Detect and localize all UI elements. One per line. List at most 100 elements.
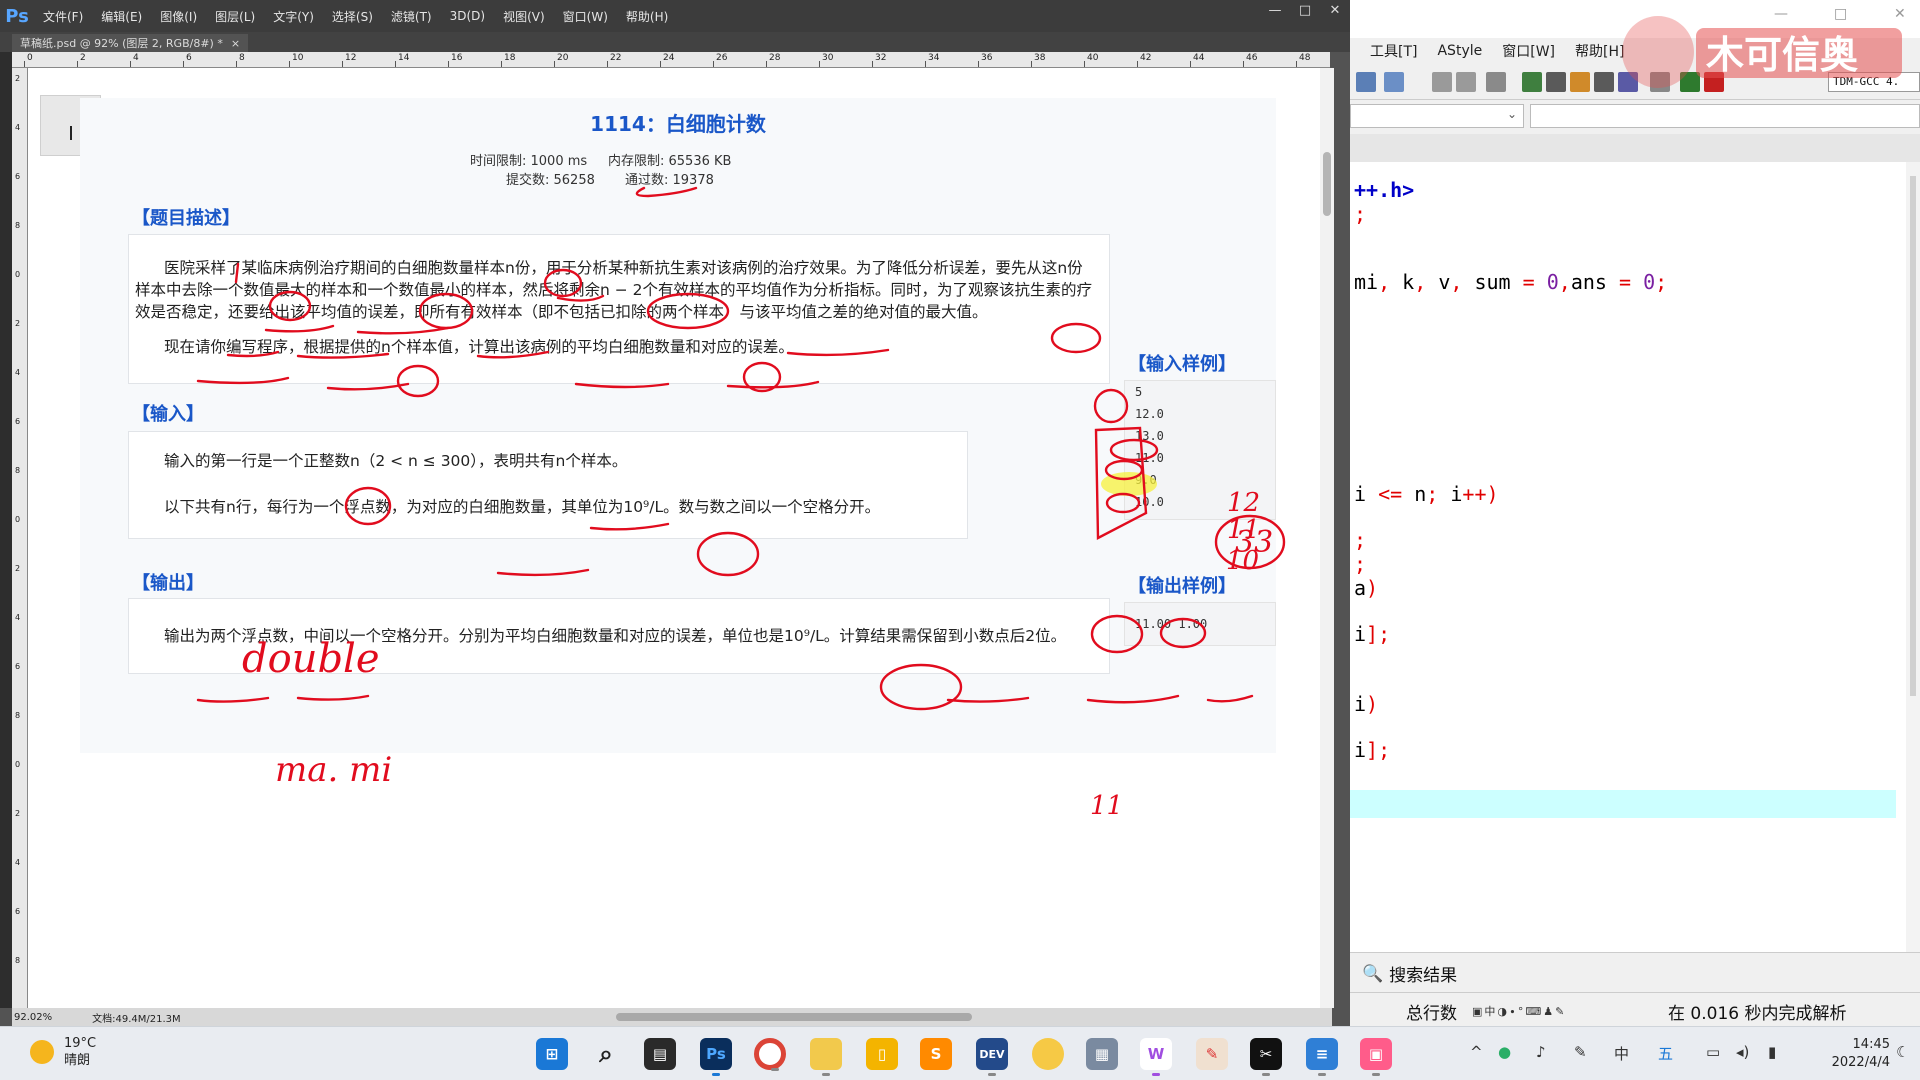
sample-output-box: 11.00 1.00 [1124,602,1276,646]
search-results-tab[interactable]: 🔍 搜索结果 [1362,961,1457,987]
weather-widget[interactable]: 19°C 晴朗 [30,1035,96,1069]
notepad-icon[interactable]: ≡ [1306,1038,1338,1076]
minimize-button[interactable]: — [1260,0,1290,20]
menu-edit[interactable]: 编辑(E) [92,8,151,25]
problem-page: 1114：白细胞计数 时间限制: 1000 ms 内存限制: 65536 KB … [80,98,1276,753]
ruler-label: 0 [15,760,21,769]
menu-view[interactable]: 视图(V) [494,8,554,25]
menu-help[interactable]: 帮助(H) [617,8,677,25]
code-editor[interactable]: ++.h> ; mi, k, v, sum = 0,ans = 0; i <= … [1350,162,1906,952]
input-heading: 【输入】 [132,404,204,425]
ruler-tick [660,61,661,67]
back-icon[interactable] [1432,72,1452,92]
code-line: ; [1354,528,1367,552]
handwriting-ma-mi: ma. mi [275,750,392,790]
class-combo[interactable]: ⌄ [1350,104,1524,128]
sublime-icon[interactable]: S [920,1038,952,1070]
weather-condition: 晴朗 [64,1053,91,1068]
sample-input-box: 5 12.0 13.0 11.0 9.0 10.0 [1124,380,1276,520]
code-line: i) [1354,692,1379,716]
volume-icon[interactable]: ◂) [1736,1043,1749,1061]
battery-icon[interactable]: ▮ [1768,1043,1776,1061]
devcpp-window: — □ ✕ 工具[T] AStyle 窗口[W] 帮助[H] TDM-GCC 4… [1350,0,1920,1026]
accepted-count: 通过数: 19378 [625,173,714,188]
screen-recorder-icon[interactable]: ▣ [1360,1038,1392,1076]
zoom-level[interactable]: 92.02% [14,1012,52,1023]
paint-icon[interactable]: ✎ [1196,1038,1228,1070]
photoshop-app-icon[interactable]: Ps [700,1038,732,1076]
chrome-icon[interactable] [754,1038,786,1071]
microphone-icon[interactable]: ♪ [1536,1043,1546,1061]
menu-file[interactable]: 文件(F) [34,8,92,25]
sample-input-line: 10.0 [1135,495,1164,509]
forward-icon[interactable] [1456,72,1476,92]
menu-astyle[interactable]: AStyle [1427,43,1492,59]
ruler-label: 26 [716,53,728,63]
ruler-tick [1084,61,1085,67]
pen-icon[interactable]: ✎ [1574,1043,1587,1061]
wechat-icon[interactable]: ● [1498,1043,1511,1061]
lemon-app-icon[interactable] [1032,1038,1064,1070]
ime-icon[interactable]: 中 [1614,1043,1629,1064]
start-icon[interactable]: ⊞ [536,1038,568,1070]
menu-window[interactable]: 窗口(W) [554,8,617,25]
menu-tools[interactable]: 工具[T] [1350,41,1427,61]
notification-icon[interactable]: ☾ [1896,1043,1909,1061]
file-explorer-icon[interactable] [810,1038,842,1076]
ruler-label: 12 [345,53,357,63]
menu-type[interactable]: 文字(Y) [264,8,323,25]
layout-icon[interactable] [1570,72,1590,92]
canvas-vertical-scrollbar[interactable] [1320,68,1334,1008]
sample-output-heading: 【输出样例】 [1128,576,1236,597]
ruler-tick [342,61,343,67]
indent-icon[interactable] [1356,72,1376,92]
sample-input-line: 9.0 [1135,473,1157,487]
menu-image[interactable]: 图像(I) [151,8,206,25]
notes-app-icon[interactable]: ▯ [866,1038,898,1070]
devcpp-bottom-panel: 🔍 搜索结果 [1350,952,1920,992]
close-button[interactable]: ✕ [1320,0,1350,20]
ime-toolbar-icon[interactable]: ▣中◑∙°⌨♟✎ [1472,1003,1566,1019]
system-clock[interactable]: 14:45 2022/4/4 [1820,1036,1890,1072]
ruler-tick [978,61,979,67]
task-view-icon[interactable]: ▤ [644,1038,676,1070]
editor-vertical-scrollbar[interactable] [1906,162,1920,952]
capcut-icon[interactable]: ✂ [1250,1038,1282,1076]
menu-layer[interactable]: 图层(L) [206,8,264,25]
calculator-icon[interactable]: ▦ [1086,1038,1118,1070]
document-tab-close-icon[interactable]: × [231,37,240,50]
chevron-up-icon[interactable]: ^ [1470,1043,1483,1061]
canvas-horizontal-scroll-thumb[interactable] [616,1013,972,1021]
input-line-2: 以下共有n行，每行为一个浮点数，为对应的白细胞数量，其单位为10⁹/L。数与数之… [164,498,881,516]
devcpp-app-icon[interactable]: DEV [976,1038,1008,1076]
search-icon[interactable]: ⌕ [590,1038,622,1070]
document-canvas[interactable]: 1114：白细胞计数 时间限制: 1000 ms 内存限制: 65536 KB … [28,68,1320,1008]
menu-select[interactable]: 选择(S) [323,8,382,25]
network-icon[interactable]: ▭ [1706,1043,1720,1061]
ruler-label: 18 [504,53,516,63]
document-size: 文档:49.4M/21.3M [92,1013,181,1025]
menu-filter[interactable]: 滤镜(T) [382,8,441,25]
member-combo[interactable] [1530,104,1920,128]
editor-scroll-thumb[interactable] [1910,176,1916,696]
wubi-icon[interactable]: 五 [1658,1043,1673,1064]
clock-time: 14:45 [1852,1037,1890,1052]
bookmark-icon[interactable] [1486,72,1506,92]
menu-3d[interactable]: 3D(D) [441,9,494,23]
grid-icon[interactable] [1522,72,1542,92]
canvas-vertical-scroll-thumb[interactable] [1323,152,1331,216]
chevron-down-icon[interactable]: ⌄ [1507,107,1517,121]
window-icon[interactable] [1546,72,1566,92]
document-tab[interactable]: 草稿纸.psd @ 92% (图层 2, RGB/8#) * × [12,34,249,52]
whiteboard-icon[interactable]: W [1140,1038,1172,1076]
problem-title: 1114：白细胞计数 [590,112,766,136]
unindent-icon[interactable] [1384,72,1404,92]
maximize-button[interactable]: □ [1290,0,1320,20]
ruler-label: 36 [981,53,993,63]
ruler-label: 0 [15,515,21,524]
ruler-tick [872,61,873,67]
temperature: 19°C [64,1036,97,1051]
ruler-label: 46 [1246,53,1258,63]
menu-window[interactable]: 窗口[W] [1492,41,1565,61]
ruler-tick [24,61,25,67]
